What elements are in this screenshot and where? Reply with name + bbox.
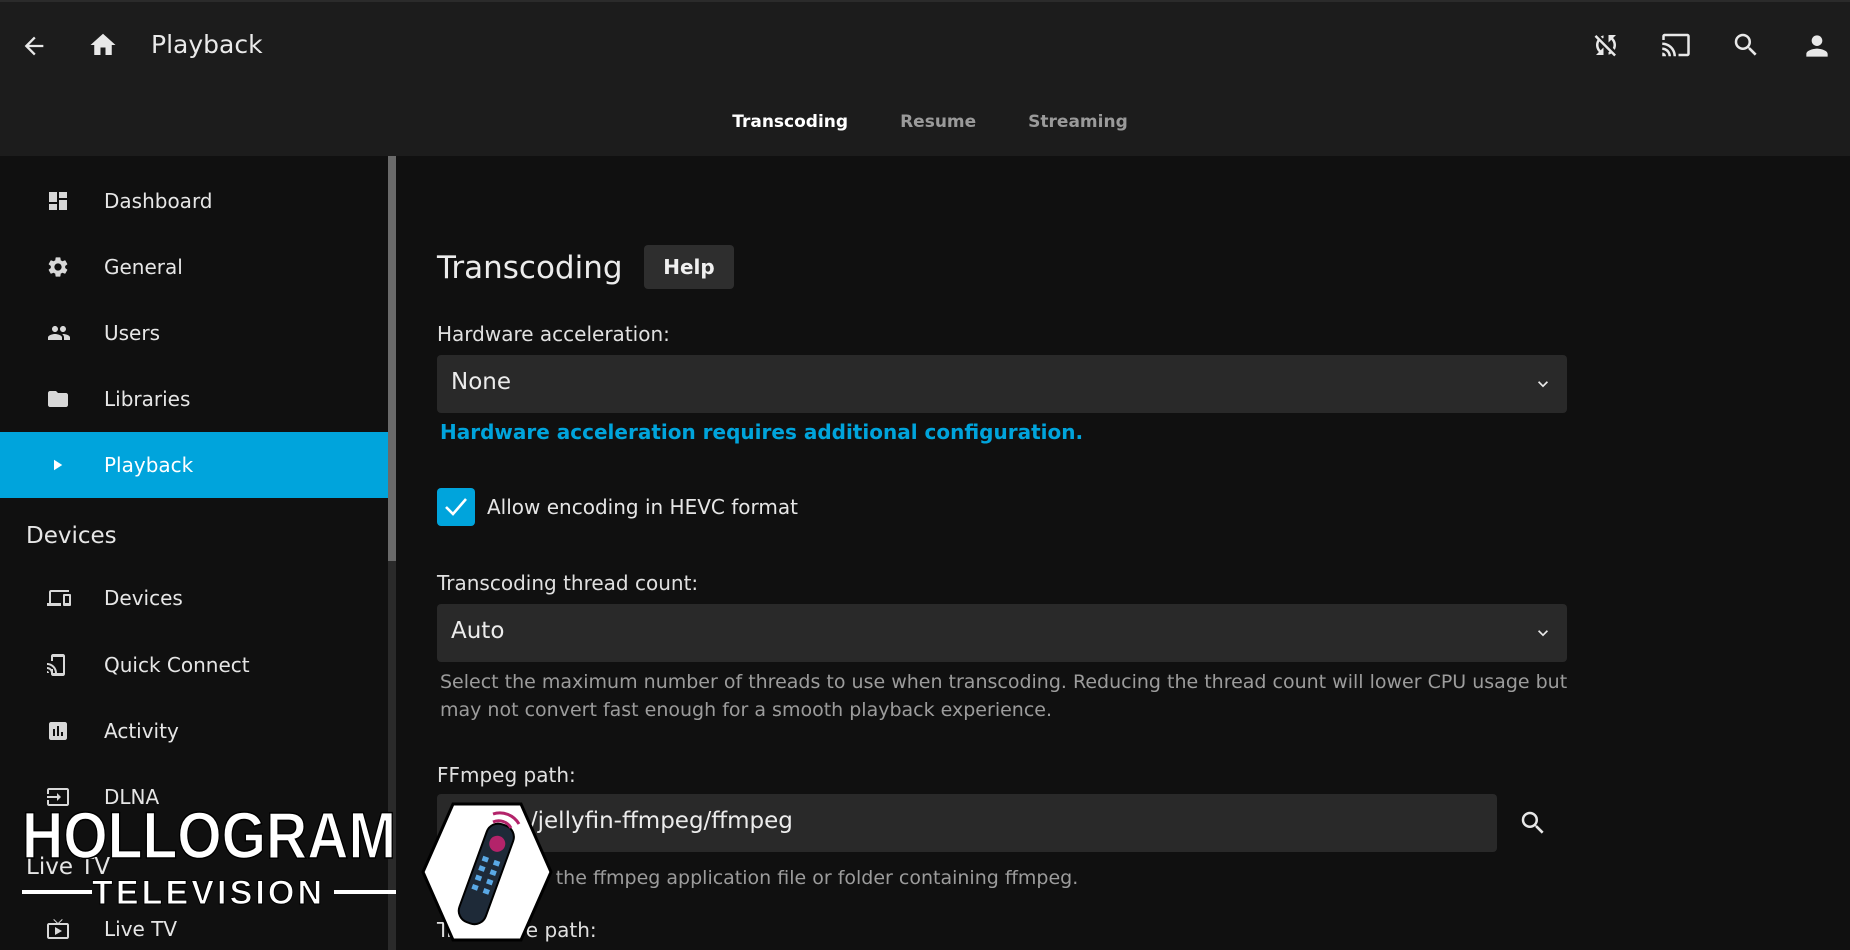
app-root: Playback Transcoding Resume Streaming Da… xyxy=(0,0,1850,950)
hw-accel-label: Hardware acceleration: xyxy=(437,322,670,346)
hw-accel-value: None xyxy=(451,369,512,395)
hw-accel-select[interactable]: None xyxy=(437,355,1567,413)
page-title: Playback xyxy=(151,30,263,59)
sidebar-item-label: Playback xyxy=(104,453,194,477)
play-icon xyxy=(46,453,70,477)
activity-icon xyxy=(46,719,70,743)
gear-icon xyxy=(46,255,70,279)
sidebar-item-general[interactable]: General xyxy=(0,234,388,300)
users-icon xyxy=(46,321,70,345)
tab-streaming[interactable]: Streaming xyxy=(1028,106,1128,138)
ffmpeg-path-input[interactable]: /usr/lib/jellyfin-ffmpeg/ffmpeg xyxy=(437,794,1497,852)
sidebar-section-devices: Devices xyxy=(26,523,117,549)
hw-accel-config-link[interactable]: Hardware acceleration requires additiona… xyxy=(440,420,1083,444)
quick-connect-icon xyxy=(46,653,70,677)
app-header: Playback Transcoding Resume Streaming xyxy=(0,0,1850,156)
logo-line1: HOLLOGRAM xyxy=(22,800,396,872)
sidebar-item-quick-connect[interactable]: Quick Connect xyxy=(0,632,388,698)
devices-icon xyxy=(46,586,71,610)
section-title: Transcoding xyxy=(437,250,623,286)
hollogram-television-logo: HOLLOGRAM TELEVISION xyxy=(22,800,553,942)
sidebar-item-label: Devices xyxy=(104,586,183,610)
back-arrow-icon[interactable] xyxy=(20,32,48,60)
tab-resume[interactable]: Resume xyxy=(900,106,976,138)
ffmpeg-path-label: FFmpeg path: xyxy=(437,763,576,787)
cast-icon[interactable] xyxy=(1660,30,1692,60)
main-content: Transcoding Help Hardware acceleration: … xyxy=(437,156,1850,950)
chevron-down-icon xyxy=(1533,374,1553,394)
tab-transcoding[interactable]: Transcoding xyxy=(732,106,848,138)
sidebar-item-label: General xyxy=(104,255,183,279)
search-icon[interactable] xyxy=(1731,30,1761,60)
sidebar-item-playback[interactable]: Playback xyxy=(0,432,388,498)
sidebar-item-activity[interactable]: Activity xyxy=(0,698,388,764)
folder-icon xyxy=(46,387,70,411)
sidebar-item-label: Quick Connect xyxy=(104,653,250,677)
sidebar-item-label: Activity xyxy=(104,719,179,743)
logo-line2: TELEVISION xyxy=(92,874,322,912)
sidebar-item-label: Users xyxy=(104,321,161,345)
home-icon[interactable] xyxy=(88,30,118,60)
thread-count-description: Select the maximum number of threads to … xyxy=(440,671,1568,721)
sidebar-item-label: Libraries xyxy=(104,387,191,411)
dashboard-icon xyxy=(46,189,70,213)
thread-count-label: Transcoding thread count: xyxy=(437,571,699,595)
thread-count-value: Auto xyxy=(451,618,505,644)
hevc-checkbox[interactable] xyxy=(437,488,475,526)
tab-bar: Transcoding Resume Streaming xyxy=(0,106,1850,138)
user-icon[interactable] xyxy=(1801,30,1833,62)
sidebar-item-dashboard[interactable]: Dashboard xyxy=(0,168,388,234)
thread-count-select[interactable]: Auto xyxy=(437,604,1567,662)
help-button[interactable]: Help xyxy=(644,245,734,289)
sidebar-item-users[interactable]: Users xyxy=(0,300,388,366)
sidebar-item-libraries[interactable]: Libraries xyxy=(0,366,388,432)
sidebar-scrollbar-thumb[interactable] xyxy=(388,156,396,561)
chevron-down-icon xyxy=(1533,623,1553,643)
hevc-label: Allow encoding in HEVC format xyxy=(487,495,798,519)
ffmpeg-browse-search-icon[interactable] xyxy=(1518,808,1548,838)
sidebar-item-devices[interactable]: Devices xyxy=(0,565,388,631)
sync-disabled-icon[interactable] xyxy=(1591,30,1621,60)
remote-control-icon xyxy=(421,802,553,942)
sidebar-item-label: Dashboard xyxy=(104,189,213,213)
